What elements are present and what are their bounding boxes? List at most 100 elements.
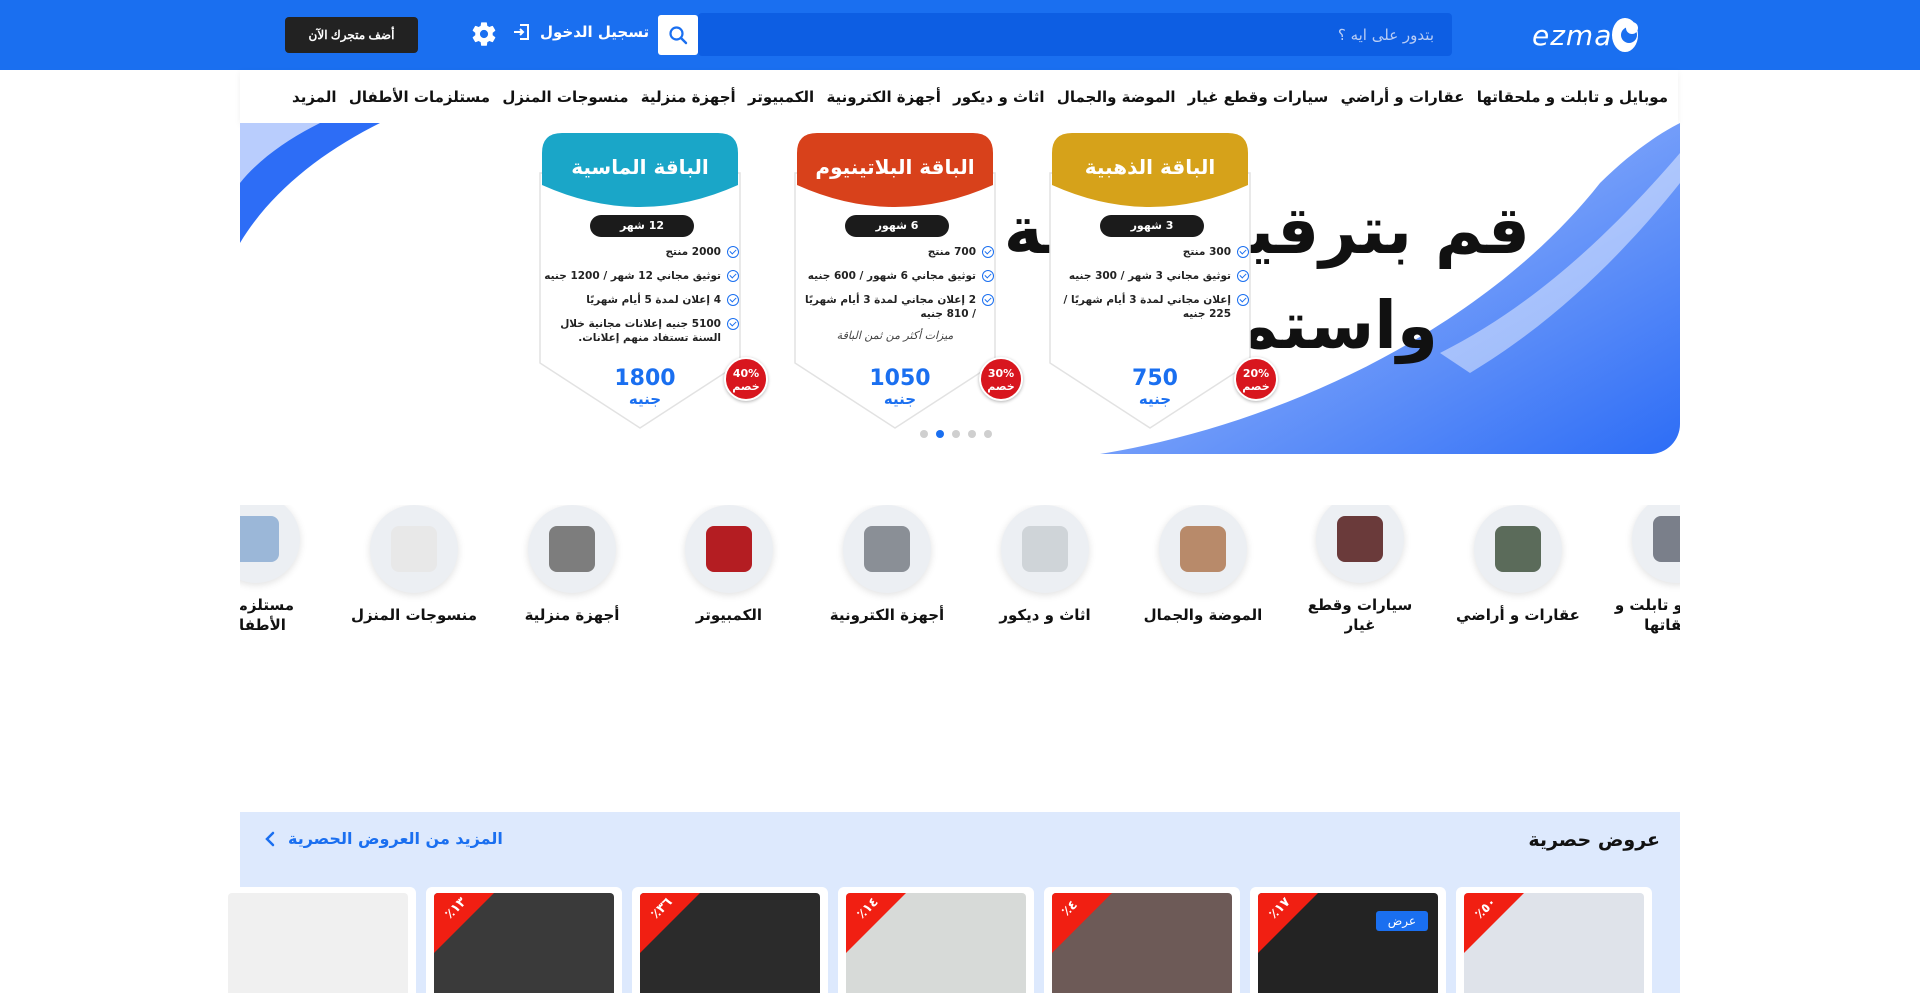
category-label: منسوجات المنزل	[350, 606, 478, 624]
carousel-dots	[920, 430, 992, 438]
nav-item-3[interactable]: الموضة والجمال	[1057, 88, 1176, 106]
package-feature: 4 إعلان لمدة 5 أيام شهريًا	[544, 293, 739, 307]
product-card-2[interactable]: ٤٪	[1044, 887, 1240, 993]
promo-banner[interactable]: قم بترقية الباقة واستمتع بـ الباقة الذهب…	[240, 123, 1680, 454]
check-icon	[727, 294, 739, 306]
discount-value: 20%	[1242, 367, 1270, 380]
nav-item-6[interactable]: الكمبيوتر	[748, 88, 814, 106]
electronics-icon	[843, 505, 931, 593]
check-icon	[982, 246, 994, 258]
check-icon	[727, 246, 739, 258]
offer-tag: عرض	[1375, 911, 1428, 931]
category-label: مستلزمات الأطفال	[240, 596, 295, 634]
category-2[interactable]: سيارات وقطع غيار	[1290, 505, 1430, 635]
package-feature: توثيق مجاني 3 شهر / 300 جنيه	[1054, 269, 1249, 283]
product-card-0[interactable]: ٥٠٪	[1456, 887, 1652, 993]
package-features: 700 منتج توثيق مجاني 6 شهور / 600 جنيه 2 إ…	[799, 245, 994, 331]
nav-item-7[interactable]: أجهزة منزلية	[641, 88, 736, 106]
chevron-left-icon	[265, 831, 275, 846]
category-label: الكمبيوتر	[695, 606, 763, 624]
login-link[interactable]: تسجيل الدخول	[512, 22, 649, 42]
price-value: 1050	[869, 366, 931, 391]
product-card-3[interactable]: ١٤٪	[838, 887, 1034, 993]
product-image: ٣٦٪	[640, 893, 820, 993]
category-4[interactable]: اثاث و ديكور	[975, 505, 1115, 625]
feature-text: 700 منتج	[927, 246, 976, 258]
category-1[interactable]: عقارات و أراضي	[1448, 505, 1588, 625]
carousel-dot-3[interactable]	[968, 430, 976, 438]
category-6[interactable]: الكمبيوتر	[659, 505, 799, 625]
nav-item-5[interactable]: أجهزة الكترونية	[826, 88, 940, 106]
gear-icon[interactable]	[470, 20, 498, 48]
logo-text: ezma	[1532, 18, 1613, 52]
feature-text: 4 إعلان لمدة 5 أيام شهريًا	[586, 294, 721, 306]
category-label: أجهزة منزلية	[524, 606, 620, 624]
category-0[interactable]: موبايل و تابلت و ملحقاتها	[1606, 505, 1680, 635]
search-input[interactable]	[698, 13, 1452, 56]
carousel-dot-0[interactable]	[920, 430, 928, 438]
package-price: 750 جنيه	[1100, 367, 1210, 408]
carousel-dot-1[interactable]	[936, 430, 944, 438]
add-store-button[interactable]: أضف متجرك الآن	[285, 17, 418, 53]
product-card-6[interactable]	[220, 887, 416, 993]
feature-text: 5100 جنيه إعلانات مجانية خلال السنة تستف…	[560, 318, 721, 344]
feature-text: توثيق مجاني 12 شهر / 1200 جنيه	[544, 270, 721, 282]
nav-item-9[interactable]: مستلزمات الأطفال	[349, 88, 490, 106]
package-features: 2000 منتج توثيق مجاني 12 شهر / 1200 جنيه 4…	[544, 245, 739, 355]
product-card-4[interactable]: ٣٦٪	[632, 887, 828, 993]
nav-item-0[interactable]: موبايل و تابلت و ملحقاتها	[1477, 88, 1668, 106]
product-image: ٤٪	[1052, 893, 1232, 993]
category-5[interactable]: أجهزة الكترونية	[817, 505, 957, 625]
package-title: الباقة الذهبية	[1084, 155, 1216, 179]
top-header: ezma تسجيل الدخول أضف متجرك الآن	[0, 0, 1920, 70]
package-title: الباقة الماسية	[571, 155, 709, 179]
category-8[interactable]: منسوجات المنزل	[344, 505, 484, 625]
product-card-5[interactable]: ١٣٪	[426, 887, 622, 993]
package-duration: 3 شهور	[1100, 215, 1204, 237]
appliances-icon	[528, 505, 616, 593]
package-feature: توثيق مجاني 12 شهر / 1200 جنيه	[544, 269, 739, 283]
nav-item-1[interactable]: عقارات و أراضي	[1341, 88, 1465, 106]
carousel-dot-4[interactable]	[984, 430, 992, 438]
cosmetics-icon	[1159, 505, 1247, 593]
product-image: ٥٠٪	[1464, 893, 1644, 993]
category-label: عقارات و أراضي	[1456, 606, 1580, 624]
nav-item-10[interactable]: المزيد	[292, 88, 336, 106]
feature-text: توثيق مجاني 3 شهر / 300 جنيه	[1068, 270, 1231, 282]
search-bar	[658, 13, 1452, 56]
check-icon	[982, 294, 994, 306]
package-price: 1050 جنيه	[845, 366, 955, 408]
category-carousel: موبايل و تابلت و ملحقاتها عقارات و أراضي س…	[240, 505, 1680, 665]
package-card-2[interactable]: الباقة الماسية 12 شهر 2000 منتج توثيق مجاني…	[530, 133, 768, 433]
site-logo[interactable]: ezma	[1530, 16, 1638, 54]
check-icon	[982, 270, 994, 282]
product-card-1[interactable]: ١٧٪ عرض	[1250, 887, 1446, 993]
package-duration: 6 شهور	[845, 215, 949, 237]
product-image	[228, 893, 408, 993]
package-title: الباقة البلاتينيوم	[815, 155, 975, 179]
more-offers-link[interactable]: المزيد من العروض الحصرية	[264, 829, 503, 848]
check-icon	[727, 318, 739, 330]
package-feature: 5100 جنيه إعلانات مجانية خلال السنة تستف…	[544, 317, 739, 345]
nav-item-2[interactable]: سيارات وقطع غيار	[1188, 88, 1328, 106]
price-currency: جنيه	[628, 390, 662, 408]
package-card-1[interactable]: الباقة البلاتينيوم 6 شهور 700 منتج توثيق مج…	[785, 133, 1023, 433]
category-label: الموضة والجمال	[1143, 606, 1263, 624]
feature-text: 300 منتج	[1182, 246, 1231, 258]
nav-item-4[interactable]: اثاث و ديكور	[953, 88, 1044, 106]
nav-item-8[interactable]: منسوجات المنزل	[502, 88, 628, 106]
category-7[interactable]: أجهزة منزلية	[502, 505, 642, 625]
package-card-0[interactable]: الباقة الذهبية 3 شهور 300 منتج توثيق مجاني …	[1040, 133, 1278, 433]
product-image: ١٧٪ عرض	[1258, 893, 1438, 993]
house-icon	[1474, 505, 1562, 593]
search-button[interactable]	[658, 15, 698, 55]
discount-value: 40%	[732, 367, 760, 380]
feature-text: 2000 منتج	[665, 246, 721, 258]
carousel-dot-2[interactable]	[952, 430, 960, 438]
price-currency: جنيه	[883, 390, 917, 408]
check-icon	[1237, 294, 1249, 306]
category-3[interactable]: الموضة والجمال	[1133, 505, 1273, 625]
category-9[interactable]: مستلزمات الأطفال	[240, 505, 326, 635]
offers-title: عروض حصرية	[1528, 829, 1660, 851]
category-label: اثاث و ديكور	[999, 606, 1091, 624]
